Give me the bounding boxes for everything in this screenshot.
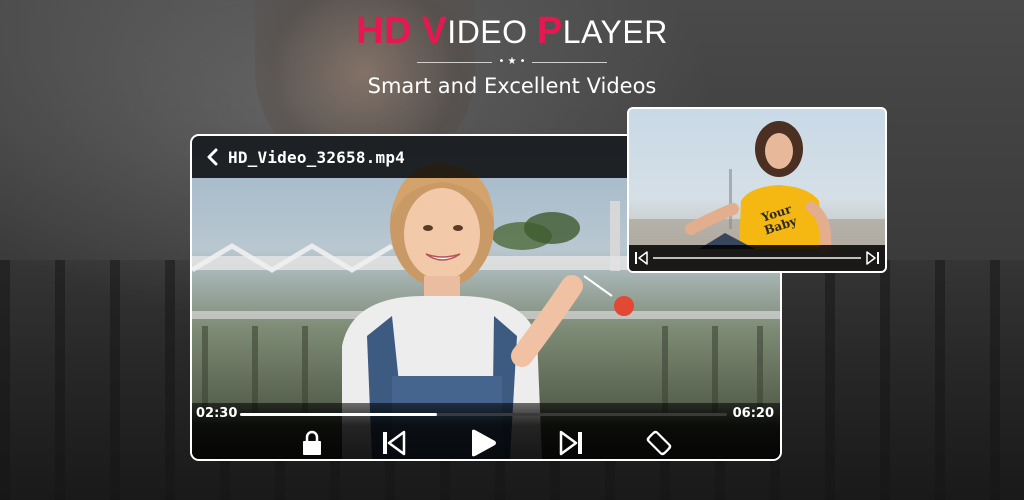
seek-bar[interactable] bbox=[240, 413, 727, 416]
skip-previous-icon bbox=[383, 430, 406, 456]
headline: HD VIDEO PLAYER • ★ • Smart and Excellen… bbox=[312, 10, 712, 101]
pip-next-button[interactable] bbox=[865, 250, 881, 266]
skip-next-icon bbox=[559, 430, 582, 456]
skip-next-icon bbox=[866, 251, 879, 265]
pip-window[interactable]: Your Baby bbox=[627, 107, 887, 273]
lock-icon bbox=[303, 430, 321, 455]
video-file-name: HD_Video_32658.mp4 bbox=[228, 147, 405, 167]
title-separator: • ★ • bbox=[417, 57, 607, 67]
skip-previous-icon bbox=[635, 251, 648, 265]
pip-seek-bar[interactable] bbox=[653, 257, 861, 259]
play-icon bbox=[472, 429, 496, 457]
rotate-button[interactable] bbox=[643, 427, 675, 459]
star-divider-icon: • ★ • bbox=[498, 56, 526, 67]
back-arrow-icon[interactable] bbox=[198, 136, 228, 178]
app-title: HD VIDEO PLAYER bbox=[312, 10, 712, 53]
title-word-video-initial: V bbox=[421, 10, 448, 52]
tagline: Smart and Excellent Videos bbox=[367, 74, 657, 98]
seek-bar-progress bbox=[240, 413, 438, 416]
play-button[interactable] bbox=[467, 427, 499, 459]
previous-button[interactable] bbox=[378, 427, 410, 459]
next-button[interactable] bbox=[555, 427, 587, 459]
screen-rotation-icon bbox=[646, 430, 672, 456]
lock-button[interactable] bbox=[296, 427, 328, 459]
player-controls: 02:30 06:20 bbox=[192, 403, 780, 459]
title-word-player-rest: LAYER bbox=[562, 14, 668, 50]
pip-controls bbox=[629, 245, 885, 271]
promo-canvas: HD VIDEO PLAYER • ★ • Smart and Excellen… bbox=[0, 0, 1024, 500]
pip-previous-button[interactable] bbox=[633, 250, 649, 266]
title-word-player-initial: P bbox=[536, 10, 563, 52]
current-time: 02:30 bbox=[196, 406, 238, 421]
total-duration: 06:20 bbox=[732, 406, 774, 421]
title-word-video-rest: IDEO bbox=[447, 14, 528, 50]
title-word-hd: HD bbox=[356, 10, 413, 52]
